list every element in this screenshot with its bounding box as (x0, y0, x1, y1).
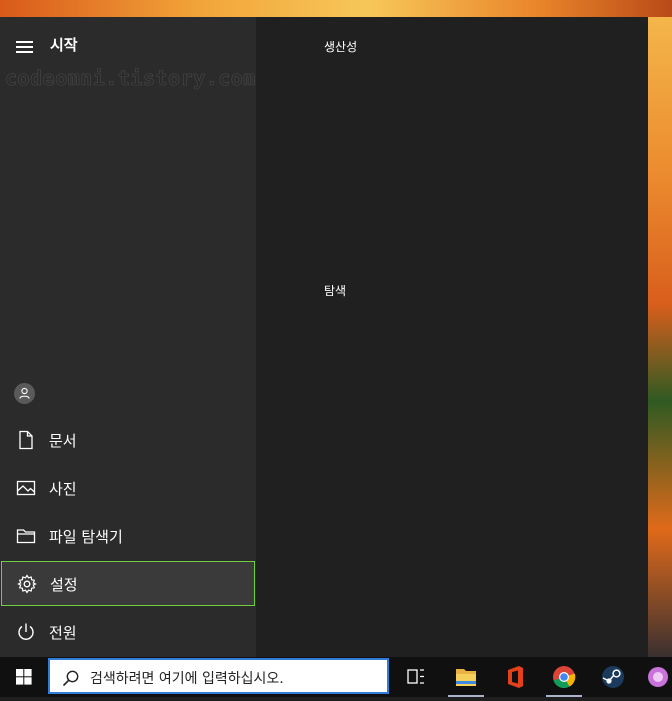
rail-item-file-explorer[interactable]: 파일 탐색기 (0, 513, 256, 559)
rail-item-label: 설정 (50, 576, 78, 594)
wallpaper-right-strip (648, 17, 672, 657)
search-icon (62, 670, 79, 687)
rail-item-label: 사진 (49, 480, 77, 498)
taskbar: 검색하려면 여기에 입력하십시오. (0, 657, 672, 697)
task-view-button[interactable] (392, 657, 440, 697)
watermark-text: codeomni.tistory.com (5, 66, 256, 91)
person-icon (19, 387, 30, 399)
start-rail: 시작 codeomni.tistory.com 문서 사진 파일 탐색기 설정 … (0, 17, 256, 657)
windows-logo-icon (16, 669, 32, 685)
rail-item-label: 문서 (49, 432, 77, 450)
hamburger-menu-icon[interactable] (16, 41, 33, 55)
rail-item-power[interactable]: 전원 (0, 609, 256, 655)
steam-icon (602, 666, 624, 688)
rail-item-label: 전원 (49, 624, 77, 642)
user-avatar[interactable] (14, 383, 35, 404)
start-title: 시작 (50, 36, 78, 54)
taskbar-chrome[interactable] (540, 657, 588, 697)
start-menu: 시작 codeomni.tistory.com 문서 사진 파일 탐색기 설정 … (0, 17, 648, 657)
document-icon (19, 430, 33, 450)
rail-item-label: 파일 탐색기 (49, 528, 123, 546)
group-label-productivity[interactable]: 생산성 (324, 38, 357, 55)
gear-icon (17, 574, 37, 594)
taskbar-steam[interactable] (589, 657, 637, 697)
taskbar-file-explorer[interactable] (442, 657, 490, 697)
taskbar-office[interactable] (491, 657, 539, 697)
office-icon (508, 666, 523, 688)
search-placeholder: 검색하려면 여기에 입력하십시오. (90, 671, 284, 687)
tiles-area: 생산성 탐색 (256, 17, 648, 657)
chrome-icon (553, 666, 576, 689)
pictures-icon (16, 480, 36, 496)
wallpaper-top-strip (0, 0, 672, 17)
taskbar-app[interactable] (636, 657, 672, 697)
rail-item-pictures[interactable]: 사진 (0, 465, 256, 511)
app-icon (648, 667, 668, 687)
file-explorer-icon (456, 669, 476, 686)
start-button[interactable] (0, 657, 48, 697)
power-icon (18, 623, 34, 640)
group-label-explore[interactable]: 탐색 (324, 282, 346, 299)
task-view-icon (407, 669, 424, 684)
rail-item-settings[interactable]: 설정 (1, 561, 255, 606)
rail-item-documents[interactable]: 문서 (0, 417, 256, 463)
taskbar-search-box[interactable]: 검색하려면 여기에 입력하십시오. (48, 658, 389, 694)
folder-icon (16, 529, 36, 544)
